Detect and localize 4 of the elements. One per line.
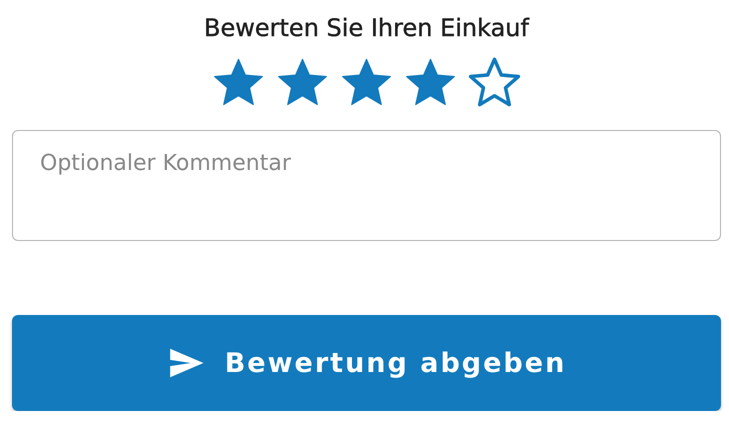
empty-star-icon[interactable] [468, 56, 521, 108]
comment-field[interactable]: Optionaler Kommentar [12, 130, 721, 241]
submit-button[interactable]: Bewertung abgeben [12, 315, 721, 411]
rating-title: Bewerten Sie Ihren Einkauf [204, 13, 529, 44]
